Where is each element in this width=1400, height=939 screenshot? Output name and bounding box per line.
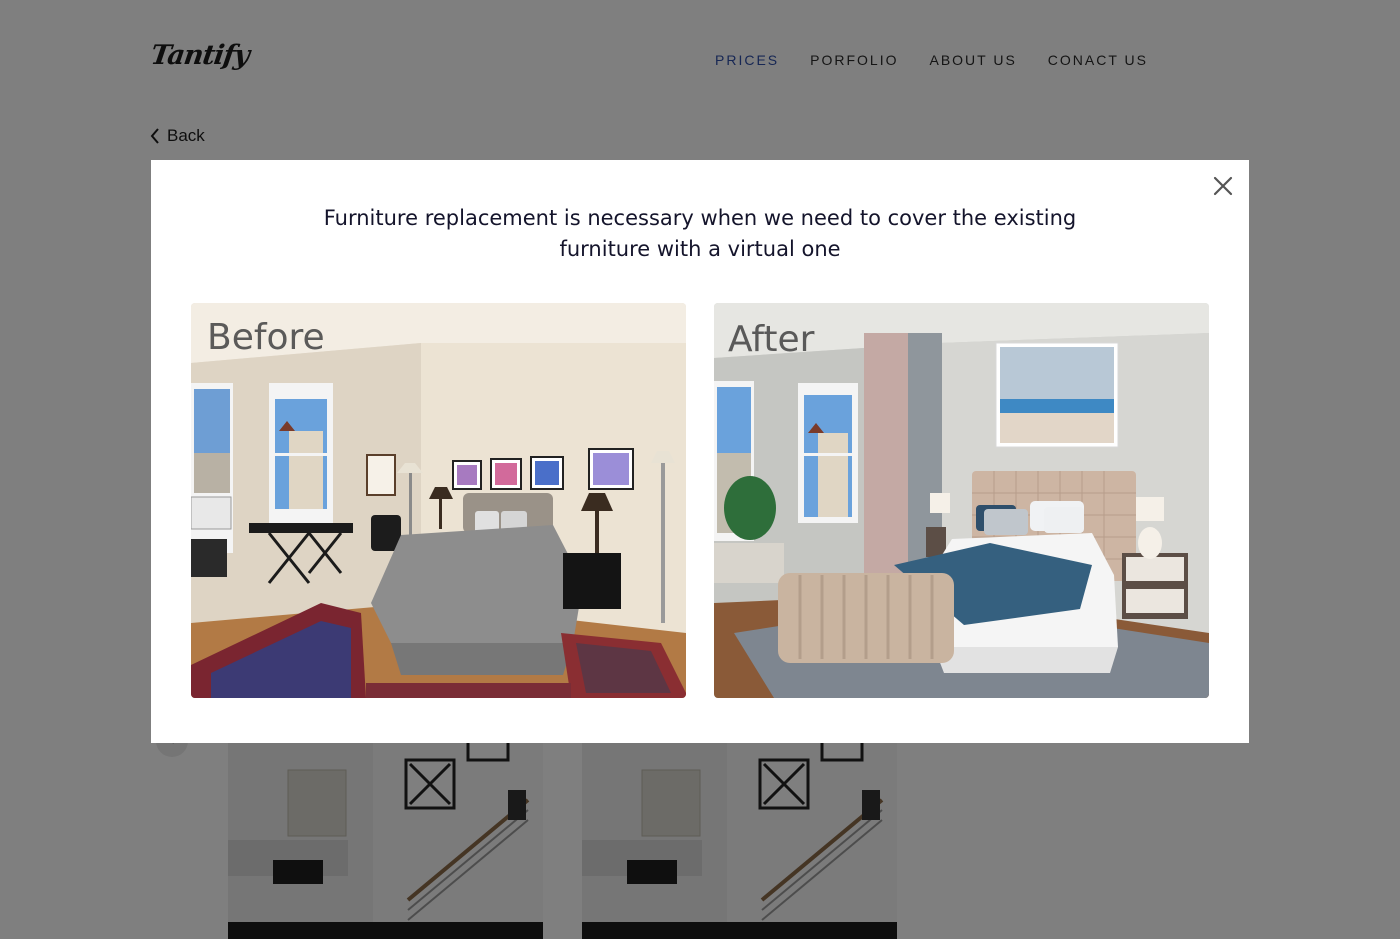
after-label: After [728, 319, 815, 360]
close-icon [1213, 176, 1233, 196]
before-room-illustration [191, 303, 686, 698]
close-button[interactable] [1211, 174, 1235, 198]
after-room-illustration [714, 303, 1209, 698]
before-after-modal: Furniture replacement is necessary when … [151, 160, 1249, 743]
after-image: After [714, 303, 1209, 698]
before-image: Before [191, 303, 686, 698]
before-label: Before [207, 317, 325, 358]
modal-title: Furniture replacement is necessary when … [323, 206, 1077, 261]
